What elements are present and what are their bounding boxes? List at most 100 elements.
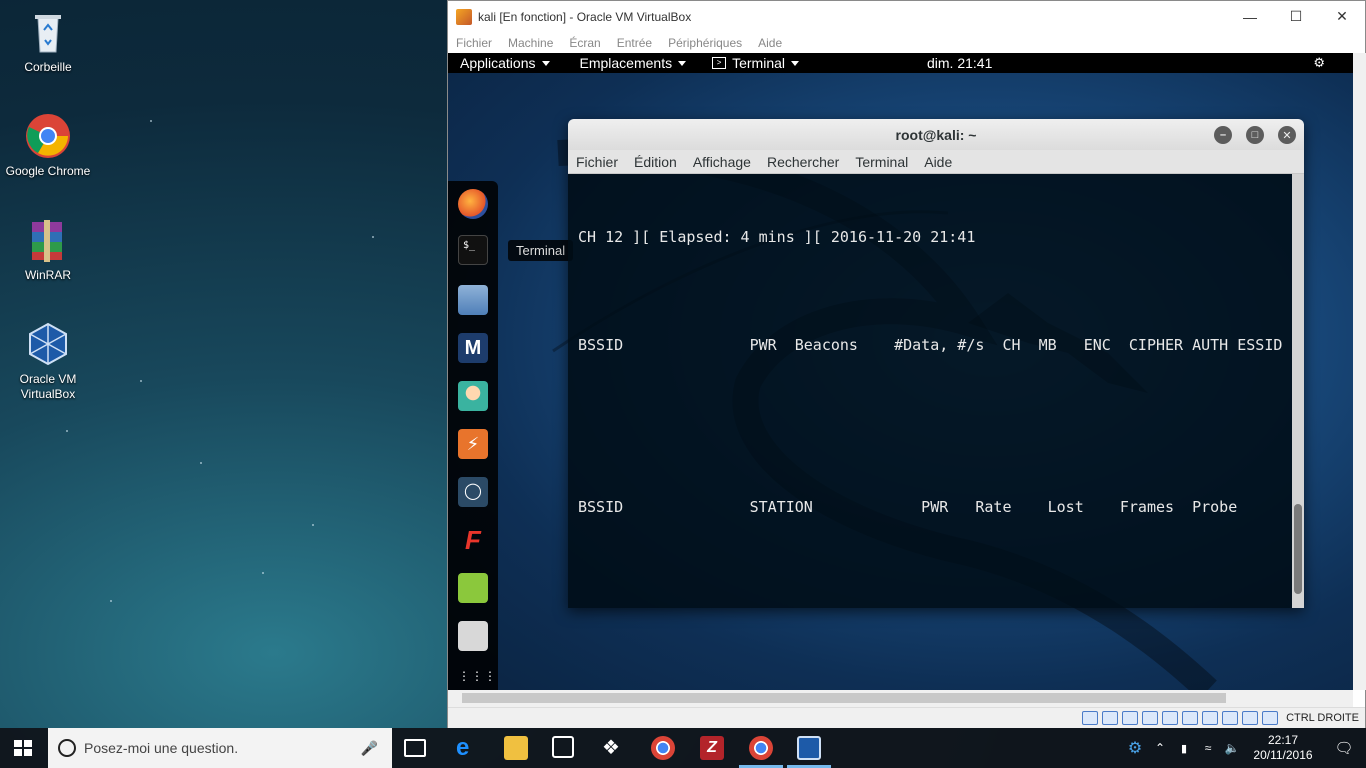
faraday-icon[interactable]: F (458, 525, 488, 555)
chevron-down-icon (678, 60, 687, 66)
terminal-titlebar[interactable]: root@kali: ~ – □ ✕ (568, 119, 1304, 150)
virtualbox-icon[interactable] (797, 736, 821, 760)
places-label: Emplacements (579, 55, 673, 71)
kali-top-panel: Applications Emplacements > Terminal dim.… (448, 53, 1353, 73)
cpu-icon[interactable] (1222, 711, 1239, 725)
keyboard-capture-icon[interactable] (1262, 711, 1279, 725)
display-icon[interactable] (1182, 711, 1199, 725)
vbox-menu-ecran[interactable]: Écran (569, 36, 600, 50)
mouse-integration-icon[interactable] (1242, 711, 1259, 725)
terminal-menu-affichage[interactable]: Affichage (693, 154, 751, 170)
terminal-menu-rechercher[interactable]: Rechercher (767, 154, 839, 170)
minimize-button[interactable]: — (1227, 1, 1273, 32)
desktop-icon-google-chrome[interactable]: Google Chrome (0, 112, 96, 179)
network-icon[interactable] (1142, 711, 1159, 725)
clock[interactable]: dim. 21:41 (927, 55, 992, 71)
terminal-close-button[interactable]: ✕ (1278, 126, 1296, 144)
maltego-icon[interactable]: ◯ (458, 477, 488, 507)
show-apps-icon[interactable]: ⋮⋮⋮ (458, 669, 496, 683)
tray-date: 20/11/2016 (1253, 748, 1313, 762)
wifi-icon[interactable]: ≈ (1196, 741, 1220, 755)
close-button[interactable]: ✕ (1319, 1, 1365, 32)
leafpad-icon[interactable] (458, 573, 488, 603)
terminal-small-icon: > (712, 57, 727, 69)
terminal-scrollbar[interactable] (1292, 174, 1304, 608)
scrollbar-thumb[interactable] (1294, 504, 1302, 594)
notification-icon[interactable]: 🗨 (1322, 739, 1366, 757)
vbox-menu-machine[interactable]: Machine (508, 36, 553, 50)
terminal-maximize-button[interactable]: □ (1246, 126, 1264, 144)
vbox-statusbar: CTRL DROITE (448, 707, 1365, 728)
network-app-icon[interactable]: ⚙ (1122, 738, 1148, 758)
applications-menu[interactable]: Applications (460, 55, 550, 71)
edge-icon[interactable]: e (456, 736, 480, 760)
vbox-vertical-scrollbar[interactable] (1353, 53, 1366, 690)
terminal-menu-terminal[interactable]: Terminal (855, 154, 908, 170)
files-icon[interactable] (458, 285, 488, 315)
vbox-titlebar: kali [En fonction] - Oracle VM VirtualBo… (448, 1, 1365, 32)
chevron-down-icon (541, 60, 550, 66)
vbox-menu-fichier[interactable]: Fichier (456, 36, 492, 50)
desktop-icon-label: Corbeille (24, 60, 72, 74)
chrome-icon[interactable] (651, 736, 675, 760)
firefox-icon[interactable] (458, 189, 488, 219)
chrome-icon[interactable] (749, 736, 773, 760)
windows-start-icon[interactable] (14, 740, 32, 756)
volume-icon[interactable]: 🔈 (1220, 741, 1244, 755)
file-explorer-icon[interactable] (504, 736, 528, 760)
battery-icon[interactable]: ▮ (1172, 742, 1196, 755)
burpsuite-icon[interactable]: ⚡ (458, 429, 488, 459)
app-menu-terminal[interactable]: > Terminal (712, 55, 799, 71)
recording-icon[interactable] (1202, 711, 1219, 725)
cortana-search-box[interactable]: Posez-moi une question. 🎤 (48, 728, 392, 768)
task-view-icon[interactable] (404, 739, 426, 757)
terminal-menu-fichier[interactable]: Fichier (576, 154, 618, 170)
terminal-line: BSSID STATION PWR Rate Lost Frames Probe (578, 498, 1238, 516)
virtualbox-window: kali [En fonction] - Oracle VM VirtualBo… (447, 0, 1366, 728)
guest-screen[interactable]: Applications Emplacements > Terminal dim.… (448, 53, 1353, 690)
chevron-up-icon[interactable]: ⌃ (1148, 741, 1172, 755)
desktop-icon-recycle-bin[interactable]: Corbeille (0, 8, 96, 75)
tray-time: 22:17 (1267, 733, 1299, 747)
terminal-line: CH 12 ][ Elapsed: 4 mins ][ 2016-11-20 2… (578, 228, 976, 246)
terminal-line: BSSID PWR Beacons #Data, #/s CH MB ENC C… (578, 336, 1283, 354)
scrollbar-thumb[interactable] (462, 693, 1226, 703)
vbox-menu-aide[interactable]: Aide (758, 36, 782, 50)
vbox-horizontal-scrollbar[interactable] (448, 690, 1353, 707)
vbox-menubar: Fichier Machine Écran Entrée Périphériqu… (448, 32, 1365, 53)
places-menu[interactable]: Emplacements (580, 55, 687, 71)
terminal-menu-edition[interactable]: Édition (634, 154, 677, 170)
terminal-menu-aide[interactable]: Aide (924, 154, 952, 170)
desktop-icon-winrar[interactable]: WinRAR (0, 216, 96, 283)
armitage-icon[interactable] (458, 381, 488, 411)
host-key-label: CTRL DROITE (1286, 712, 1359, 724)
system-menu-icon[interactable]: ⚙ (1313, 55, 1325, 71)
terminal-minimize-button[interactable]: – (1214, 126, 1232, 144)
terminal-icon[interactable]: $_ (458, 235, 488, 265)
winrar-icon (24, 216, 72, 264)
dropbox-icon[interactable]: ❖ (602, 736, 626, 760)
desktop-icon-virtualbox[interactable]: Oracle VM VirtualBox (0, 320, 96, 402)
kali-dock: $_ M ⚡ ◯ F ⋮⋮⋮ (448, 181, 498, 690)
microphone-icon[interactable]: 🎤 (361, 740, 378, 757)
search-placeholder: Posez-moi une question. (84, 740, 239, 756)
audio-icon[interactable] (1122, 711, 1139, 725)
settings-icon[interactable] (458, 621, 488, 651)
maximize-button[interactable]: ☐ (1273, 1, 1319, 32)
optical-drive-icon[interactable] (1102, 711, 1119, 725)
virtualbox-app-icon (456, 8, 472, 25)
vbox-menu-entree[interactable]: Entrée (617, 36, 652, 50)
metasploit-icon[interactable]: M (458, 333, 488, 363)
usb-icon[interactable] (1082, 711, 1099, 725)
vbox-menu-peripheriques[interactable]: Périphériques (668, 36, 742, 50)
terminal-menubar: Fichier Édition Affichage Rechercher Ter… (568, 150, 1304, 174)
store-icon[interactable] (552, 736, 574, 758)
filezilla-icon[interactable]: Z (700, 736, 724, 760)
cortana-icon (58, 739, 76, 757)
terminal-window: root@kali: ~ – □ ✕ Fichier Édition Affic… (568, 119, 1304, 608)
terminal-output[interactable]: CH 12 ][ Elapsed: 4 mins ][ 2016-11-20 2… (568, 174, 1292, 608)
shared-folders-icon[interactable] (1162, 711, 1179, 725)
clock[interactable]: 22:17 20/11/2016 (1248, 733, 1318, 763)
